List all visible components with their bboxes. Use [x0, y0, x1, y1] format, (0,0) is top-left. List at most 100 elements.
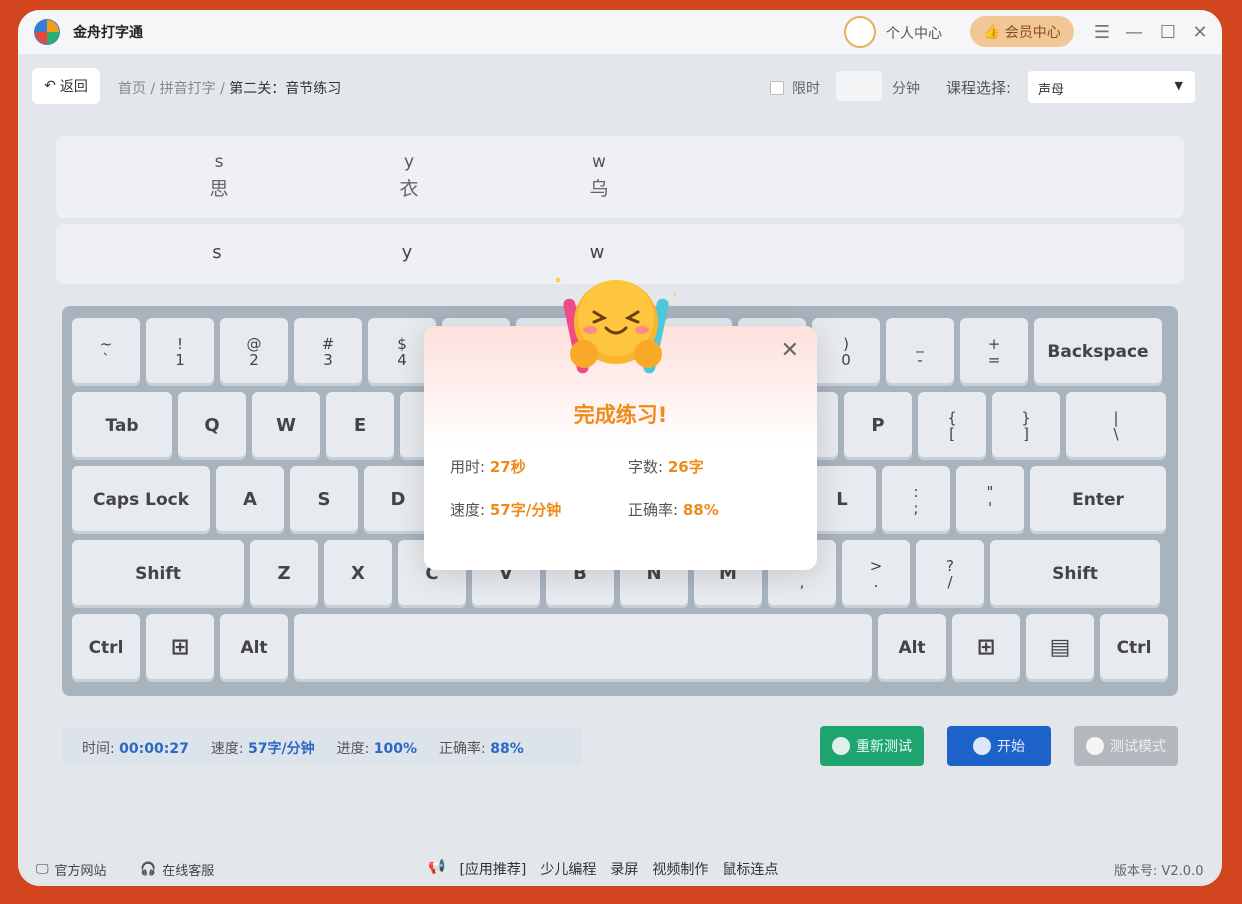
key-alt[interactable]: Alt	[220, 614, 288, 682]
key-symbol[interactable]: + =	[960, 318, 1028, 386]
key-shift-char: :	[913, 482, 919, 501]
key-backspace[interactable]: Backspace	[1034, 318, 1162, 386]
key-w[interactable]: W	[252, 392, 320, 460]
key-ctrl[interactable]: Ctrl	[72, 614, 140, 682]
key-windows-icon[interactable]: ⊞	[146, 614, 214, 682]
course-select[interactable]: 声母 ▼	[1028, 71, 1195, 103]
recommend-item[interactable]: 录屏	[610, 859, 638, 879]
support-link[interactable]: 🎧 在线客服	[140, 860, 214, 879]
key-base-char: .	[873, 573, 879, 591]
headset-icon: 🎧	[140, 862, 157, 877]
breadcrumb-home[interactable]: 首页	[118, 81, 146, 97]
key-symbol[interactable]: ) 0	[812, 318, 880, 386]
key-base-char: ,	[799, 573, 805, 591]
retest-button[interactable]: 重新测试	[820, 726, 924, 766]
dialog-speed-value: 57字/分钟	[489, 501, 562, 519]
vip-center-button[interactable]: 👍 会员中心	[970, 16, 1074, 47]
key-symbol[interactable]: }]	[992, 392, 1060, 460]
key-base-char: `	[102, 351, 110, 369]
support-label: 在线客服	[162, 864, 215, 879]
status-time-value: 00:00:27	[119, 741, 189, 757]
key-context-menu-icon[interactable]: ▤	[1026, 614, 1094, 682]
key-shift-char: @	[246, 334, 262, 353]
maximize-icon[interactable]: ☐	[1156, 20, 1180, 44]
key-shift-char: +	[987, 334, 1001, 353]
thumb-icon: 👍	[983, 23, 1001, 40]
key-symbol[interactable]: | \	[1066, 392, 1166, 460]
key-enter[interactable]: Enter	[1030, 466, 1166, 534]
key-symbol[interactable]: ! 1	[146, 318, 214, 386]
breadcrumb: 首页 / 拼音打字 / 第二关：音节练习	[118, 78, 341, 98]
dialog-time: 用时: 27秒	[450, 456, 526, 477]
key-shift-char: |	[1113, 408, 1119, 427]
timed-checkbox[interactable]	[770, 81, 784, 95]
key-symbol[interactable]: ~ `	[72, 318, 140, 386]
key-ctrl[interactable]: Ctrl	[1100, 614, 1168, 682]
key-symbol[interactable]: :;	[882, 466, 950, 534]
key-symbol[interactable]: " '	[956, 466, 1024, 534]
key-alt[interactable]: Alt	[878, 614, 946, 682]
key-caps-lock[interactable]: Caps Lock	[72, 466, 210, 534]
key-shift[interactable]: Shift	[990, 540, 1160, 608]
key-label: E	[353, 415, 367, 437]
key-shift[interactable]: Shift	[72, 540, 244, 608]
key-label: Ctrl	[88, 637, 124, 658]
key-windows-icon[interactable]: ⊞	[952, 614, 1020, 682]
key-symbol[interactable]: >.	[842, 540, 910, 608]
menu-icon[interactable]: ☰	[1090, 20, 1114, 44]
key-label: Alt	[898, 637, 926, 658]
status-speed-value: 57字/分钟	[248, 741, 315, 757]
key-symbol[interactable]: _ -	[886, 318, 954, 386]
key-p[interactable]: P	[844, 392, 912, 460]
prompt-pinyin: y	[403, 152, 415, 172]
recommend-item[interactable]: 鼠标连点	[722, 859, 778, 879]
typed-panel[interactable]: s y w	[56, 224, 1184, 284]
minimize-icon[interactable]: —	[1122, 20, 1146, 44]
key-z[interactable]: Z	[250, 540, 318, 608]
key-shift-char: ~	[99, 334, 113, 353]
status-progress-value: 100%	[373, 741, 418, 757]
megaphone-icon: 📢	[428, 859, 446, 875]
timed-toggle[interactable]: 限时	[770, 78, 820, 98]
key-symbol[interactable]: ? /	[916, 540, 984, 608]
minutes-input[interactable]	[836, 71, 882, 101]
key-s[interactable]: S	[290, 466, 358, 534]
close-icon[interactable]: ✕	[1188, 20, 1212, 44]
key-d[interactable]: D	[364, 466, 432, 534]
key-space[interactable]	[294, 614, 872, 682]
test-mode-button[interactable]: 测试模式	[1074, 726, 1178, 766]
breadcrumb-section[interactable]: 拼音打字	[160, 81, 216, 97]
key-shift-char: }	[1021, 408, 1031, 427]
avatar[interactable]	[844, 16, 876, 48]
key-label: Ctrl	[1116, 637, 1152, 658]
typed-char: w	[589, 242, 605, 263]
personal-center-link[interactable]: 个人中心	[886, 23, 942, 43]
key-symbol[interactable]: {[	[918, 392, 986, 460]
back-button[interactable]: ↶ 返回	[32, 68, 100, 104]
breadcrumb-sep: /	[146, 81, 160, 97]
recommend-item[interactable]: 视频制作	[652, 859, 708, 879]
key-q[interactable]: Q	[178, 392, 246, 460]
key-symbol[interactable]: @2	[220, 318, 288, 386]
status-bar: 时间: 00:00:27 速度: 57字/分钟 进度: 100% 正确率: 88…	[62, 728, 582, 766]
close-icon[interactable]: ✕	[781, 338, 799, 363]
vip-center-label: 会员中心	[1004, 24, 1061, 41]
start-button[interactable]: 开始	[947, 726, 1051, 766]
key-base-char: '	[987, 499, 993, 517]
key-l[interactable]: L	[808, 466, 876, 534]
key-label: P	[871, 415, 885, 437]
key-tab[interactable]: Tab	[72, 392, 172, 460]
key-a[interactable]: A	[216, 466, 284, 534]
key-e[interactable]: E	[326, 392, 394, 460]
dialog-time-label: 用时:	[450, 458, 486, 476]
course-select-value: 声母	[1038, 83, 1065, 98]
course-label: 课程选择:	[946, 79, 1012, 97]
recommend-item[interactable]: 少儿编程	[540, 859, 596, 879]
start-label: 开始	[997, 739, 1025, 755]
key-shift-char: #	[321, 334, 335, 353]
key-x[interactable]: X	[324, 540, 392, 608]
timed-label: 限时	[792, 81, 820, 97]
website-link[interactable]: 🖵 官方网站	[36, 860, 107, 879]
key-shift-char: _	[916, 334, 924, 353]
key-symbol[interactable]: #3	[294, 318, 362, 386]
